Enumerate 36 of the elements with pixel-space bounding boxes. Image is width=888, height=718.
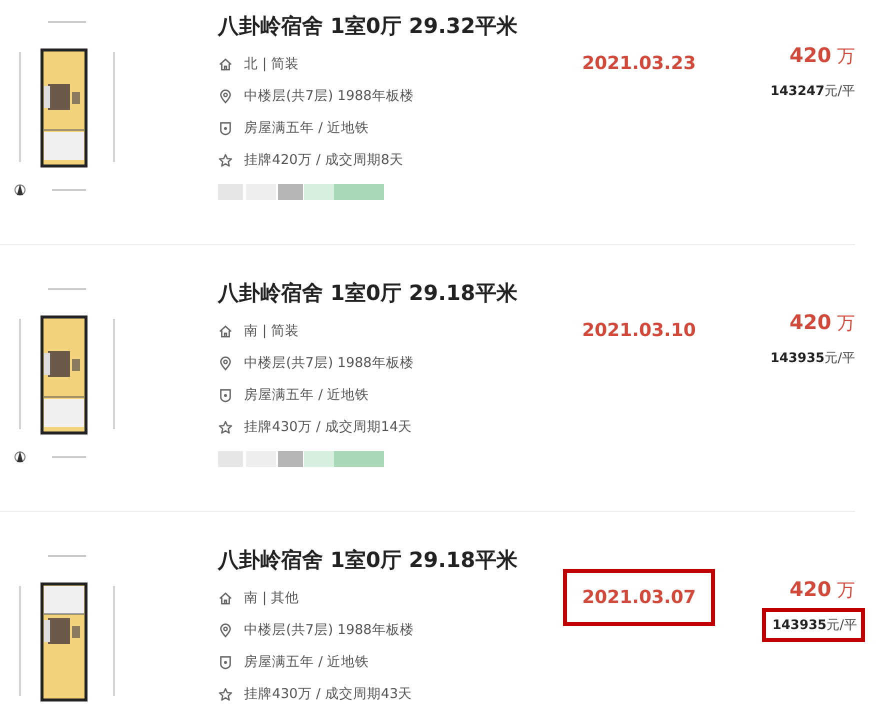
deal-text: 挂牌430万 / 成交周期14天 xyxy=(244,418,412,436)
location-pin-icon xyxy=(218,88,233,104)
deal-date: 2021.03.07 xyxy=(563,569,715,626)
orientation-text: 南 | 简装 xyxy=(244,322,300,340)
house-icon xyxy=(218,590,233,606)
orientation-text: 南 | 其他 xyxy=(244,589,300,607)
house-icon xyxy=(218,56,233,72)
floor-text: 中楼层(共7层) 1988年板楼 xyxy=(244,354,414,372)
tags-text: 房屋满五年 / 近地铁 xyxy=(244,653,370,671)
unit-price: 143247元/平 xyxy=(769,83,856,101)
total-price: 420 万 xyxy=(790,43,855,68)
listing-title[interactable]: 八卦岭宿舍 1室0厅 29.18平米 xyxy=(218,279,563,307)
total-price: 420 万 xyxy=(790,310,855,335)
shield-icon xyxy=(218,120,233,136)
orientation-text: 北 | 简装 xyxy=(244,55,300,73)
star-icon xyxy=(218,420,233,434)
unit-price: 143935元/平 xyxy=(762,608,865,642)
listing-title[interactable]: 八卦岭宿舍 1室0厅 29.18平米 xyxy=(218,546,563,574)
tags-text: 房屋满五年 / 近地铁 xyxy=(244,119,370,137)
deal-date: 2021.03.10 xyxy=(581,319,697,343)
deal-text: 挂牌420万 / 成交周期8天 xyxy=(244,151,404,169)
location-pin-icon xyxy=(218,356,233,370)
deal-text: 挂牌430万 / 成交周期43天 xyxy=(244,685,412,703)
star-icon xyxy=(218,686,233,702)
floor-text: 中楼层(共7层) 1988年板楼 xyxy=(244,87,414,105)
listing-title[interactable]: 八卦岭宿舍 1室0厅 29.32平米 xyxy=(218,12,563,40)
tags-text: 房屋满五年 / 近地铁 xyxy=(244,386,370,404)
total-price: 420 万 xyxy=(790,577,855,602)
unit-price: 143935元/平 xyxy=(769,350,856,368)
shield-icon xyxy=(218,654,233,670)
star-icon xyxy=(218,152,233,168)
floor-text: 中楼层(共7层) 1988年板楼 xyxy=(244,621,414,639)
deal-date: 2021.03.23 xyxy=(581,52,697,76)
house-icon xyxy=(218,324,233,338)
location-pin-icon xyxy=(218,622,233,638)
shield-icon xyxy=(218,388,233,402)
